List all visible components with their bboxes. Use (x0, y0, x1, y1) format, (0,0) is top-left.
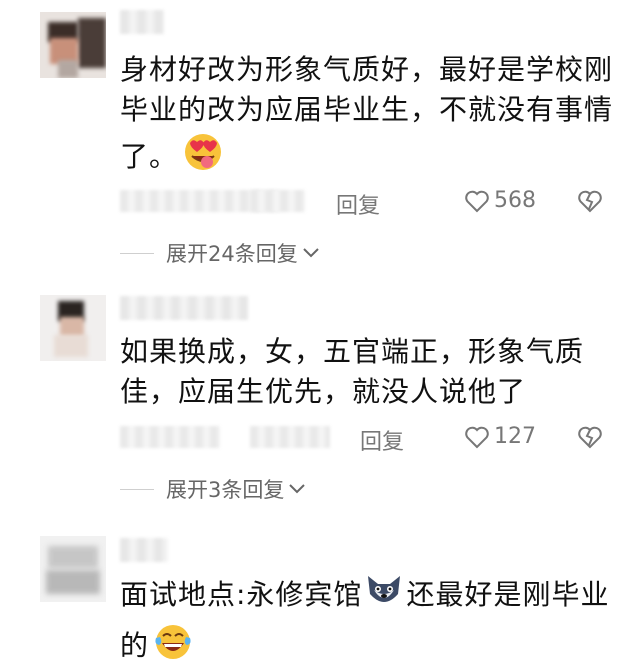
divider (120, 488, 154, 490)
chevron-down-icon (289, 484, 306, 494)
username[interactable] (120, 538, 168, 562)
reply-button[interactable]: 回复 (336, 188, 380, 220)
username[interactable] (120, 10, 164, 34)
comment-text: 身材好改为形象气质好，最好是学校刚毕业的改为应届毕业生，不就没有事情了。 (120, 50, 620, 183)
heart-eyes-tongue-emoji-icon (182, 130, 224, 183)
heart-outline-icon (465, 426, 489, 448)
chevron-down-icon (303, 248, 319, 258)
broken-heart-icon (578, 426, 602, 449)
timestamp (120, 426, 220, 448)
like-button[interactable]: 127 (464, 424, 536, 449)
comment-text-body: 面试地点:永修宾馆 (120, 578, 363, 611)
dislike-button[interactable] (577, 189, 603, 217)
comment-text: 面试地点:永修宾馆 还最好是刚毕业的 (120, 572, 620, 672)
comment-text: 如果换成，女，五官端正，形象气质佳，应届生优先，就没人说他了 (120, 332, 620, 412)
username[interactable] (120, 296, 248, 320)
wolf-face-emoji-icon (364, 572, 404, 621)
avatar[interactable] (40, 536, 106, 602)
reply-button[interactable]: 回复 (360, 424, 404, 456)
location (250, 426, 330, 448)
laughing-tears-emoji-icon (153, 621, 193, 672)
location (250, 190, 305, 212)
expand-replies-label: 展开24条回复 (166, 242, 298, 266)
avatar[interactable] (40, 295, 106, 361)
expand-replies-label: 展开3条回复 (166, 478, 285, 502)
divider (120, 252, 154, 254)
expand-replies[interactable]: 展开24条回复 (120, 238, 320, 268)
comment-text-body: 如果换成，女，五官端正，形象气质佳，应届生优先，就没人说他了 (120, 335, 585, 408)
expand-replies[interactable]: 展开3条回复 (120, 474, 306, 504)
avatar[interactable] (40, 12, 106, 78)
heart-outline-icon (465, 190, 489, 212)
like-button[interactable]: 568 (464, 188, 536, 213)
like-count: 568 (494, 188, 536, 213)
dislike-button[interactable] (577, 425, 603, 453)
broken-heart-icon (578, 190, 602, 213)
like-count: 127 (494, 424, 536, 449)
